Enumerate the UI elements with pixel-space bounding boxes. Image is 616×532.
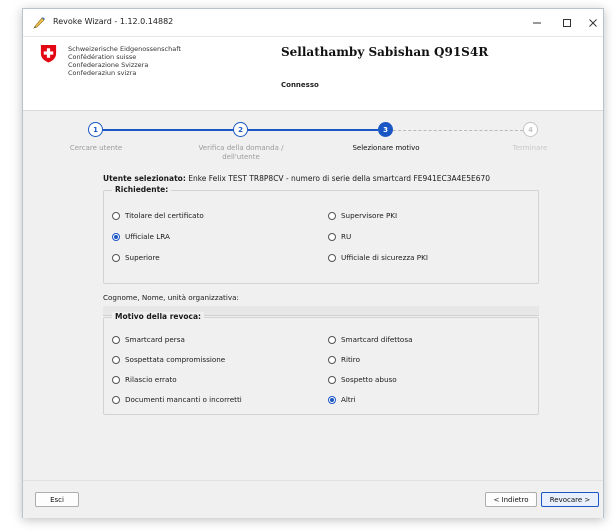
minimize-icon — [533, 22, 541, 24]
app-header: Schweizerische Eidgenossenschaft Confédé… — [23, 37, 603, 111]
requester-group: Richiedente: Titolare del certificato Su… — [103, 185, 539, 284]
title-bar[interactable]: Revoke Wizard - 1.12.0.14882 — [23, 9, 603, 37]
maximize-icon — [563, 19, 571, 27]
step-3-circle: 3 — [378, 122, 393, 137]
confederation-names: Schweizerische Eidgenossenschaft Confédé… — [68, 45, 181, 77]
reason-option-missing-documents[interactable]: Documenti mancanti o incorretti — [112, 395, 242, 404]
radio-label: Smartcard persa — [125, 335, 185, 344]
radio-checked-icon — [328, 395, 336, 404]
close-button[interactable] — [575, 9, 611, 37]
requester-group-title: Richiedente: — [112, 185, 172, 194]
radio-unchecked-icon — [112, 335, 120, 344]
radio-label: Sospettata compromissione — [125, 355, 226, 364]
step-4-circle: 4 — [523, 122, 538, 137]
radio-label: Ritiro — [341, 355, 361, 364]
requester-option-superior[interactable]: Superiore — [112, 253, 160, 262]
requester-option-ru[interactable]: RU — [328, 232, 351, 241]
radio-label: Ufficiale LRA — [125, 232, 170, 241]
connection-status: Connesso — [281, 81, 319, 89]
radio-unchecked-icon — [328, 335, 336, 344]
requester-option-pki-supervisor[interactable]: Supervisore PKI — [328, 211, 397, 220]
radio-unchecked-icon — [112, 355, 120, 364]
swiss-flag-icon — [40, 44, 57, 63]
exit-button[interactable]: Esci — [35, 492, 79, 507]
org-name-fr: Confédération suisse — [68, 53, 137, 61]
org-name-de: Schweizerische Eidgenossenschaft — [68, 45, 181, 53]
radio-unchecked-icon — [112, 395, 120, 404]
reason-option-suspected-abuse[interactable]: Sospetto abuso — [328, 375, 397, 384]
step-2-circle: 2 — [233, 122, 248, 137]
radio-label: Supervisore PKI — [341, 211, 398, 220]
requester-option-lra-officer[interactable]: Ufficiale LRA — [112, 232, 170, 241]
back-button[interactable]: < Indietro — [485, 492, 537, 507]
reason-option-withdrawal[interactable]: Ritiro — [328, 355, 360, 364]
revoke-wizard-window: Revoke Wizard - 1.12.0.14882 Schweizeris… — [22, 8, 604, 518]
logged-user-name: Sellathamby Sabishan Q91S4R — [281, 45, 489, 59]
step-3-label: Selezionare motivo — [352, 144, 420, 152]
step-connector-3 — [393, 130, 523, 131]
radio-label: Titolare del certificato — [125, 211, 204, 220]
window-title: Revoke Wizard - 1.12.0.14882 — [53, 17, 174, 26]
wizard-steps: 1 2 3 4 Cercare utente Verifica della do… — [23, 116, 603, 164]
wizard-footer: Esci < Indietro Revocare > — [23, 480, 603, 518]
selected-user-line: Utente selezionato: Enke Felix TEST TR8P… — [103, 174, 490, 183]
radio-label: Ufficiale di sicurezza PKI — [341, 253, 428, 262]
radio-unchecked-icon — [328, 253, 336, 262]
radio-unchecked-icon — [328, 211, 336, 220]
step-connector-1 — [103, 129, 233, 131]
selected-user-label: Utente selezionato: — [103, 174, 186, 183]
radio-label: Superiore — [125, 253, 160, 262]
requester-option-pki-security-officer[interactable]: Ufficiale di sicurezza PKI — [328, 253, 428, 262]
radio-label: Documenti mancanti o incorretti — [125, 395, 242, 404]
radio-unchecked-icon — [328, 355, 336, 364]
selected-user-value: Enke Felix TEST TR8P8CV - numero di seri… — [185, 174, 491, 183]
reason-option-suspected-compromise[interactable]: Sospettata compromissione — [112, 355, 225, 364]
reason-option-other[interactable]: Altri — [328, 395, 356, 404]
requester-option-certificate-holder[interactable]: Titolare del certificato — [112, 211, 204, 220]
radio-unchecked-icon — [328, 232, 336, 241]
radio-label: Smartcard difettosa — [341, 335, 413, 344]
radio-unchecked-icon — [112, 253, 120, 262]
step-connector-2 — [248, 129, 378, 131]
reason-group-title: Motivo della revoca: — [112, 312, 205, 321]
step-1-label: Cercare utente — [69, 144, 123, 152]
revoke-button[interactable]: Revocare > — [541, 492, 599, 507]
radio-label: RU — [341, 232, 352, 241]
step-4-label: Terminare — [512, 144, 548, 152]
radio-label: Rilascio errato — [125, 375, 177, 384]
reason-option-wrong-issuance[interactable]: Rilascio errato — [112, 375, 177, 384]
step-2-label: Verifica della domanda / dell'utente — [198, 144, 284, 161]
reason-option-defective-smartcard[interactable]: Smartcard difettosa — [328, 335, 412, 344]
radio-checked-icon — [112, 232, 120, 241]
org-field-label: Cognome, Nome, unità organizzativa: — [103, 293, 239, 302]
step-1-circle: 1 — [88, 122, 103, 137]
wizard-body: 1 2 3 4 Cercare utente Verifica della do… — [23, 112, 603, 480]
radio-unchecked-icon — [112, 211, 120, 220]
org-name-it: Confederazione Svizzera — [68, 61, 149, 69]
app-pen-icon — [33, 17, 45, 29]
radio-unchecked-icon — [112, 375, 120, 384]
reason-group: Motivo della revoca: Smartcard persa Sma… — [103, 312, 539, 415]
radio-unchecked-icon — [328, 375, 336, 384]
radio-label: Altri — [341, 395, 356, 404]
radio-label: Sospetto abuso — [341, 375, 397, 384]
org-name-rm: Confederaziun svizra — [68, 69, 137, 77]
reason-option-lost-smartcard[interactable]: Smartcard persa — [112, 335, 185, 344]
close-icon — [589, 19, 597, 27]
